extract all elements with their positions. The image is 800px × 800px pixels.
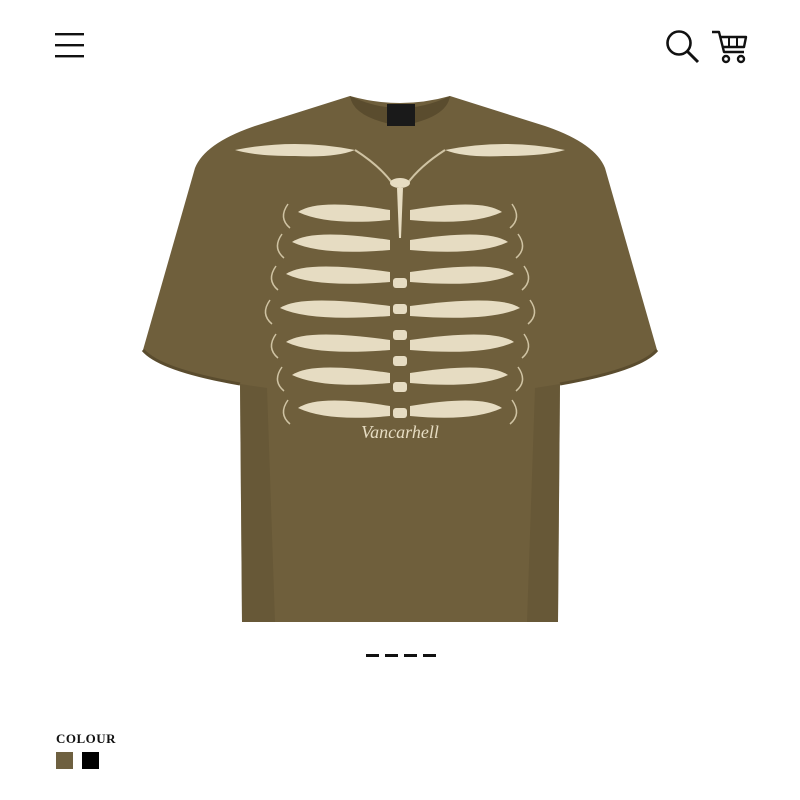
colour-swatch-brown[interactable] [56,752,73,769]
search-button[interactable] [662,26,702,66]
colour-swatch-black[interactable] [82,752,99,769]
menu-button[interactable] [52,28,88,62]
carousel-dot[interactable] [385,654,398,657]
cart-icon [712,30,748,64]
brand-print: Vancarhell [361,422,439,442]
vertebra [393,304,407,314]
carousel-dot[interactable] [366,654,379,657]
top-bar [0,0,800,90]
vertebra [393,356,407,366]
colour-label: COLOUR [56,731,117,746]
neck-label [387,104,415,126]
product-image[interactable]: Vancarhell [135,88,665,628]
t-shirt-illustration: Vancarhell [141,96,659,622]
colour-swatches [56,752,99,769]
vertebra [393,408,407,418]
search-icon [666,30,700,64]
carousel-dot[interactable] [423,654,436,657]
vertebra [393,330,407,340]
cart-button[interactable] [710,26,752,66]
vertebra [393,382,407,392]
hamburger-menu-icon [55,33,84,58]
vertebra [393,278,407,288]
carousel-dot[interactable] [404,654,417,657]
carousel-indicator [366,654,438,662]
